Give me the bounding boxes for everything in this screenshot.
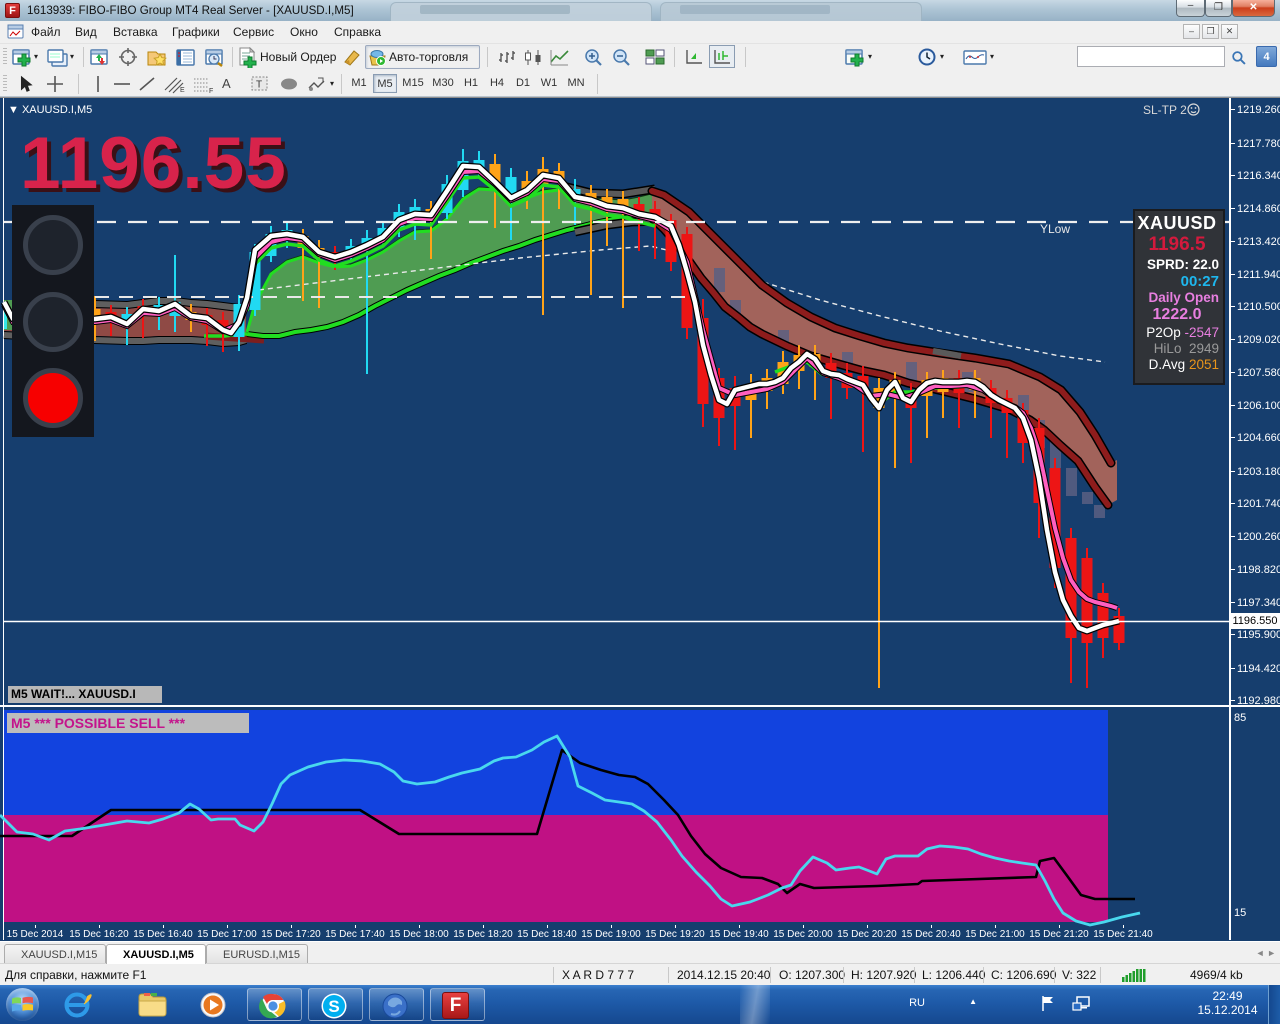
svg-text:S: S — [328, 997, 339, 1016]
